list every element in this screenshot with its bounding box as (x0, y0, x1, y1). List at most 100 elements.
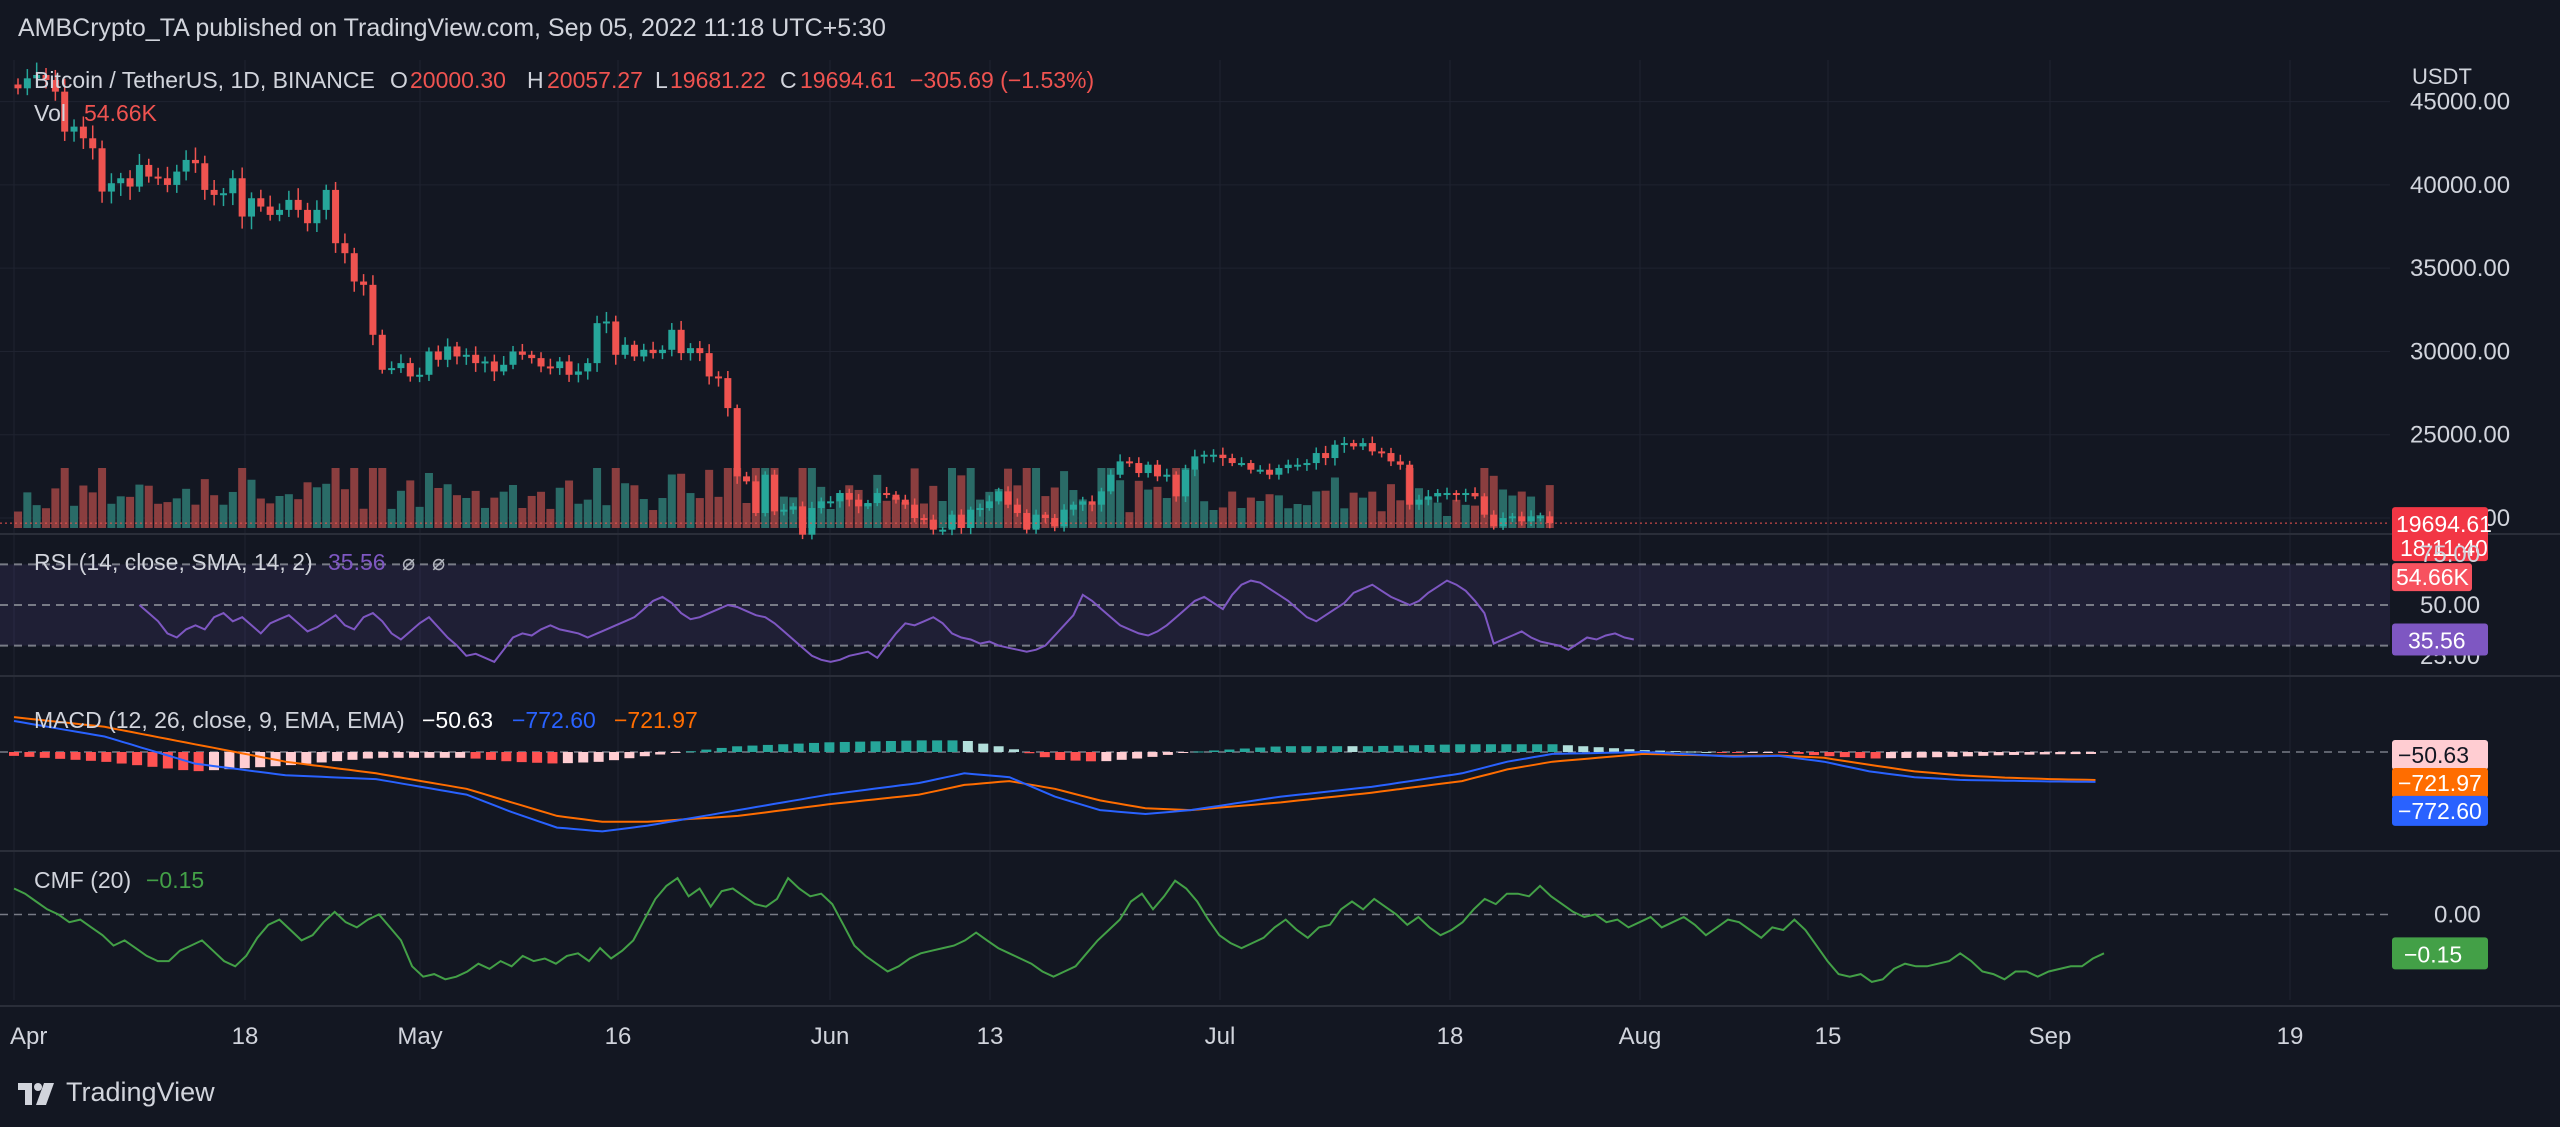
macd-histogram-bar (1255, 747, 1266, 752)
volume-bar (14, 511, 22, 528)
macd-histogram-bar (1009, 749, 1020, 752)
volume-bar (1433, 502, 1442, 528)
macd-histogram-bar (501, 752, 512, 762)
volume-bar (60, 468, 69, 528)
macd-histogram-bar (947, 740, 958, 752)
macd-histogram-bar (1147, 752, 1158, 757)
candle-body (537, 358, 545, 367)
candle-body (1097, 491, 1105, 505)
candle-body (434, 351, 442, 360)
macd-histogram-bar (516, 752, 527, 763)
macd-histogram-bar (485, 752, 496, 760)
macd-histogram-bar (332, 752, 343, 762)
candle-body (1210, 454, 1218, 457)
volume-bar (611, 468, 620, 528)
candle-body (939, 529, 947, 532)
volume-bar (434, 488, 443, 528)
volume-bar (621, 483, 630, 528)
candle-body (789, 506, 797, 510)
cmf-pane (0, 876, 2390, 983)
cmf-line (13, 876, 2105, 983)
volume-bar (471, 490, 480, 528)
volume-bar (107, 503, 116, 528)
macd-histogram-bar (101, 752, 112, 762)
macd-histogram-bar (409, 752, 420, 758)
macd-histogram-bar (470, 752, 481, 759)
volume-bar (1228, 491, 1237, 528)
tradingview-brand: TradingView (66, 1077, 215, 1107)
ohlc-c_label: C (780, 67, 797, 93)
candle-body (1238, 463, 1246, 466)
volume-bar (742, 503, 751, 528)
volume-legend-value: 54.66K (84, 100, 158, 126)
macd-histogram-bar (778, 744, 789, 752)
volume-bar (303, 482, 312, 528)
candle-body (135, 164, 143, 187)
macd-histogram-bar (1670, 751, 1681, 753)
candle-body (481, 361, 489, 364)
macd-histogram-bar (824, 742, 835, 752)
volume-bar (331, 468, 340, 528)
grid (0, 60, 2560, 1007)
macd-histogram-bar (624, 752, 635, 759)
candle-body (145, 164, 153, 177)
candle-body (1368, 443, 1376, 452)
candle-body (1322, 453, 1330, 459)
macd-histogram-bar (24, 752, 35, 757)
macd-line (13, 720, 2096, 833)
chart-area[interactable]: 45000.00 40000.00 35000.00 30000.00 25000.00… (0, 0, 2560, 1060)
volume-bar (396, 490, 405, 528)
macd-histogram-bar (1978, 752, 1989, 756)
volume-bar (481, 507, 489, 528)
macd-line-badge-text: −772.60 (2398, 798, 2482, 824)
macd-histogram-bar (1285, 746, 1296, 752)
macd-histogram-bar (362, 752, 373, 759)
volume-bar (1116, 480, 1125, 528)
macd-histogram-bar (2085, 752, 2096, 754)
macd-histogram-bar (1947, 752, 1958, 757)
candle-body (799, 506, 807, 535)
candle-body (771, 474, 779, 512)
candle-body (686, 348, 694, 354)
legends: Bitcoin / TetherUS, 1D, BINANCE O 20000.30… (34, 67, 1094, 893)
candle-body (1396, 461, 1404, 465)
x-tick-label: Sep (2029, 1023, 2072, 1050)
volume-bar (1200, 501, 1209, 528)
volume-bar (1293, 504, 1302, 528)
candle-body (574, 371, 582, 375)
macd-histogram-bar (1809, 752, 1820, 756)
candle-body (332, 189, 340, 244)
x-tick-label: 13 (977, 1023, 1004, 1050)
macd-histogram-bar (2024, 752, 2035, 755)
macd-histogram-bar (255, 752, 266, 768)
candle-body (1247, 463, 1255, 470)
volume-bar (1125, 512, 1134, 528)
macd-histogram-bar (1762, 752, 1773, 753)
candle-body (472, 354, 480, 364)
macd-histogram-bar (316, 752, 327, 763)
macd-histogram-bar (762, 744, 773, 752)
macd-histogram-bar (732, 746, 743, 752)
candle-body (14, 84, 22, 89)
rsi-pane (0, 563, 2390, 664)
rsi-hidden-icon: ⌀ (402, 550, 415, 575)
candle-body (453, 346, 461, 357)
macd-histogram-bar (1562, 745, 1573, 752)
volume-bar (387, 508, 396, 528)
last-price-label: 19694.61 (2396, 511, 2492, 537)
candle-body (1032, 514, 1040, 530)
candle-body (257, 198, 265, 207)
candle-body (1359, 443, 1367, 447)
candle-body (1144, 464, 1152, 474)
macd-histogram-bar (993, 746, 1004, 752)
candle-body (285, 199, 293, 210)
price-tick-label: 35000.00 (2410, 255, 2510, 282)
volume-bar (583, 499, 592, 528)
ohlc-h_label: H (527, 67, 544, 93)
candle-body (873, 493, 881, 504)
volume-bar (406, 480, 415, 528)
candle-body (556, 361, 564, 369)
candle-body (266, 206, 274, 215)
macd-histogram-bar (1485, 744, 1496, 752)
candle-body (892, 494, 900, 500)
